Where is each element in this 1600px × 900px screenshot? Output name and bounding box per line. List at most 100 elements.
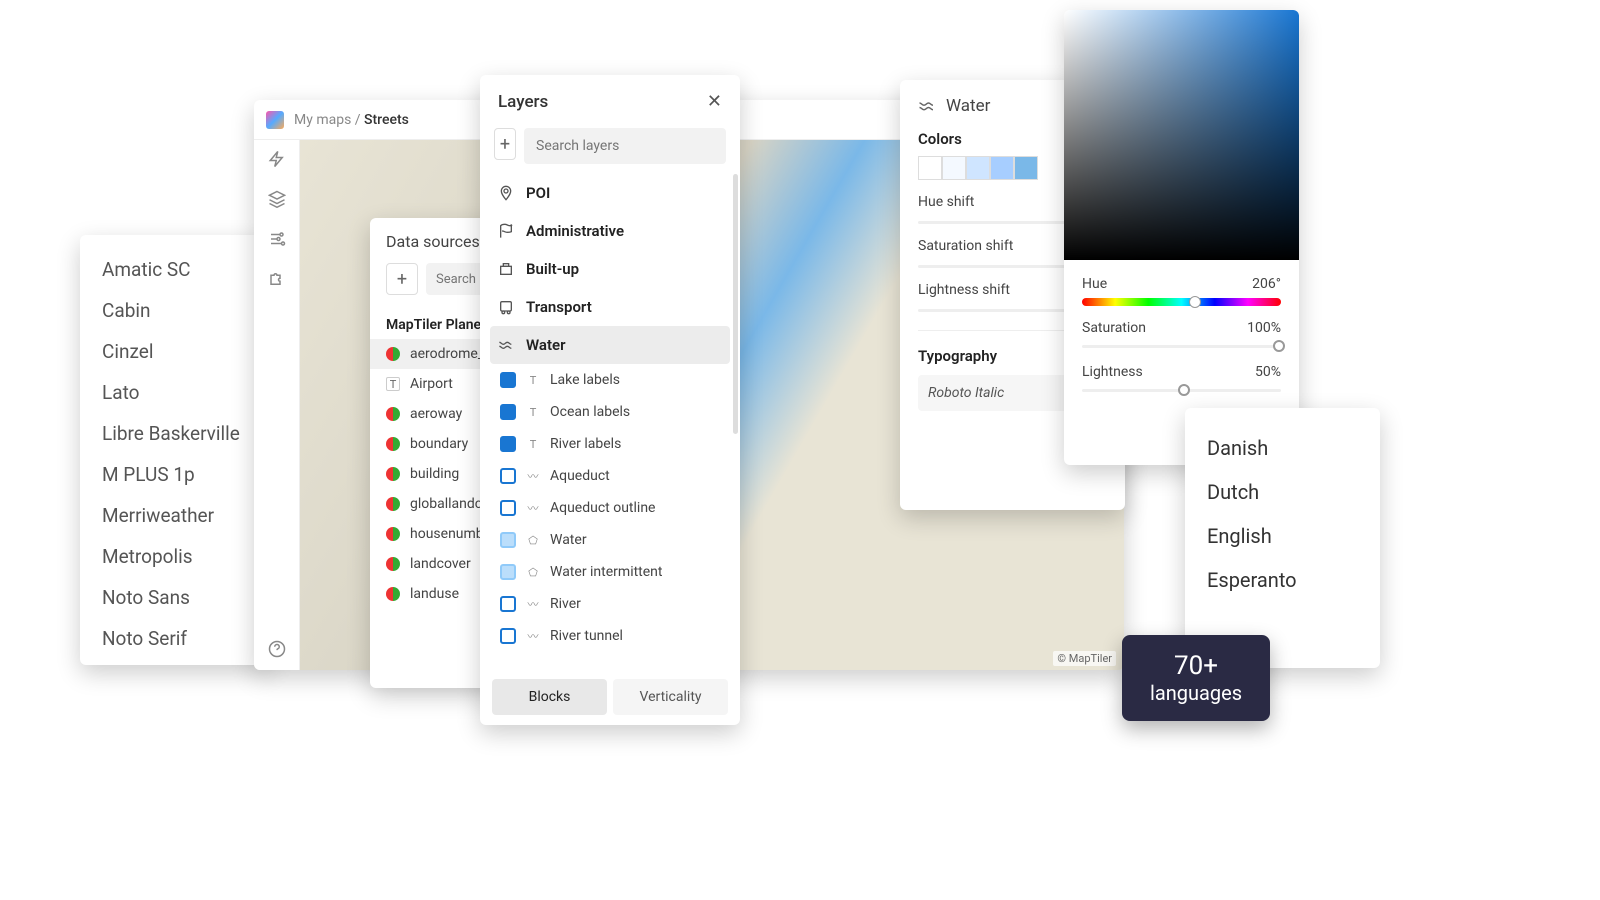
language-item[interactable]: Dutch: [1207, 470, 1358, 514]
layer-label: Water: [550, 532, 587, 548]
layer-type-icon: 〰: [526, 501, 540, 515]
lightness-value: 50%: [1255, 364, 1281, 380]
language-item[interactable]: Danish: [1207, 426, 1358, 470]
color-swatch[interactable]: [966, 156, 990, 180]
lightness-slider[interactable]: [1082, 386, 1281, 396]
layer-checkbox[interactable]: [500, 468, 516, 484]
layer-type-icon: T: [526, 373, 540, 387]
layer-item[interactable]: 〰Aqueduct: [490, 460, 730, 492]
building-icon: [498, 261, 514, 277]
color-swatch[interactable]: [942, 156, 966, 180]
layer-group-label: Water: [526, 336, 566, 354]
layer-label: Water intermittent: [550, 564, 663, 580]
language-item[interactable]: Esperanto: [1207, 558, 1358, 602]
style-title: Water: [946, 96, 990, 116]
add-source-button[interactable]: +: [386, 263, 418, 295]
add-layer-button[interactable]: +: [494, 128, 516, 160]
map-attribution: © MapTiler: [1053, 651, 1116, 666]
font-item[interactable]: Merriweather: [102, 495, 248, 536]
layer-group-administrative[interactable]: Administrative: [490, 212, 730, 250]
pin-icon: [498, 185, 514, 201]
fonts-panel: Amatic SCCabinCinzelLatoLibre Baskervill…: [80, 235, 270, 665]
color-picker-panel: Hue206° Saturation100% Lightness50%: [1064, 10, 1299, 465]
font-item[interactable]: Libre Baskerville: [102, 413, 248, 454]
hue-label: Hue: [1082, 276, 1107, 292]
color-swatch[interactable]: [1014, 156, 1038, 180]
layer-item[interactable]: TLake labels: [490, 364, 730, 396]
source-color-icon: [386, 467, 400, 481]
breadcrumb-current[interactable]: Streets: [364, 112, 409, 128]
layer-item[interactable]: ⬠ Water: [490, 524, 730, 556]
layer-group-built-up[interactable]: Built-up: [490, 250, 730, 288]
font-item[interactable]: Cabin: [102, 290, 248, 331]
bus-icon: [498, 299, 514, 315]
languages-panel: DanishDutchEnglishEsperanto: [1185, 408, 1380, 668]
font-item[interactable]: Noto Sans: [102, 577, 248, 618]
layer-item[interactable]: TRiver labels: [490, 428, 730, 460]
font-item[interactable]: Cinzel: [102, 331, 248, 372]
layers-title: Layers: [498, 92, 548, 112]
tab-blocks[interactable]: Blocks: [492, 679, 607, 715]
breadcrumb[interactable]: My maps / Streets: [294, 112, 409, 128]
languages-badge: 70+ languages: [1122, 635, 1270, 721]
layer-item[interactable]: 〰River: [490, 588, 730, 620]
layer-label: River tunnel: [550, 628, 623, 644]
source-color-icon: [386, 497, 400, 511]
hue-value: 206°: [1252, 276, 1281, 292]
search-layers-input[interactable]: [524, 128, 726, 164]
bolt-icon[interactable]: [268, 150, 286, 168]
data-source-label: building: [410, 466, 459, 482]
layer-label: River: [550, 596, 581, 612]
layer-item[interactable]: TOcean labels: [490, 396, 730, 428]
layer-item[interactable]: 〰River tunnel: [490, 620, 730, 652]
saturation-slider[interactable]: [1082, 342, 1281, 352]
hue-thumb[interactable]: [1189, 296, 1201, 308]
breadcrumb-parent[interactable]: My maps: [294, 112, 351, 128]
lightness-thumb[interactable]: [1178, 384, 1190, 396]
color-gradient-field[interactable]: [1064, 10, 1299, 260]
hue-slider[interactable]: [1082, 298, 1281, 306]
font-item[interactable]: Noto Serif: [102, 618, 248, 659]
layer-group-water[interactable]: Water: [490, 326, 730, 364]
font-item[interactable]: Lato: [102, 372, 248, 413]
layer-checkbox[interactable]: [500, 500, 516, 516]
data-source-label: landuse: [410, 586, 459, 602]
source-color-icon: [386, 557, 400, 571]
font-item[interactable]: Amatic SC: [102, 249, 248, 290]
layer-type-icon: T: [526, 437, 540, 451]
font-item[interactable]: M PLUS 1p: [102, 454, 248, 495]
layer-type-icon: T: [526, 405, 540, 419]
close-icon[interactable]: ✕: [707, 91, 722, 112]
sliders-icon[interactable]: [268, 230, 286, 248]
layer-checkbox[interactable]: [500, 404, 516, 420]
left-rail: [254, 140, 300, 670]
layer-item[interactable]: 〰Aqueduct outline: [490, 492, 730, 524]
languages-label: languages: [1150, 681, 1242, 705]
layer-group-poi[interactable]: POI: [490, 174, 730, 212]
source-color-icon: [386, 437, 400, 451]
color-swatch[interactable]: [918, 156, 942, 180]
font-item[interactable]: Nunito: [102, 659, 248, 665]
app-logo[interactable]: [266, 111, 284, 129]
layer-checkbox[interactable]: [500, 532, 516, 548]
layer-checkbox[interactable]: [500, 596, 516, 612]
language-item[interactable]: English: [1207, 514, 1358, 558]
data-source-label: Airport: [410, 376, 453, 392]
layer-checkbox[interactable]: [500, 372, 516, 388]
water-icon: [498, 337, 514, 353]
help-icon[interactable]: [268, 640, 286, 658]
layer-item[interactable]: ⬠ Water intermittent: [490, 556, 730, 588]
layer-checkbox[interactable]: [500, 628, 516, 644]
saturation-thumb[interactable]: [1273, 340, 1285, 352]
layer-type-icon: ⬠: [526, 533, 540, 547]
color-swatch[interactable]: [990, 156, 1014, 180]
layer-checkbox[interactable]: [500, 564, 516, 580]
tab-verticality[interactable]: Verticality: [613, 679, 728, 715]
layers-icon[interactable]: [268, 190, 286, 208]
font-item[interactable]: Metropolis: [102, 536, 248, 577]
puzzle-icon[interactable]: [268, 270, 286, 288]
layer-type-icon: ⬠: [526, 565, 540, 579]
layer-group-transport[interactable]: Transport: [490, 288, 730, 326]
layer-checkbox[interactable]: [500, 436, 516, 452]
scrollbar[interactable]: [733, 174, 738, 434]
